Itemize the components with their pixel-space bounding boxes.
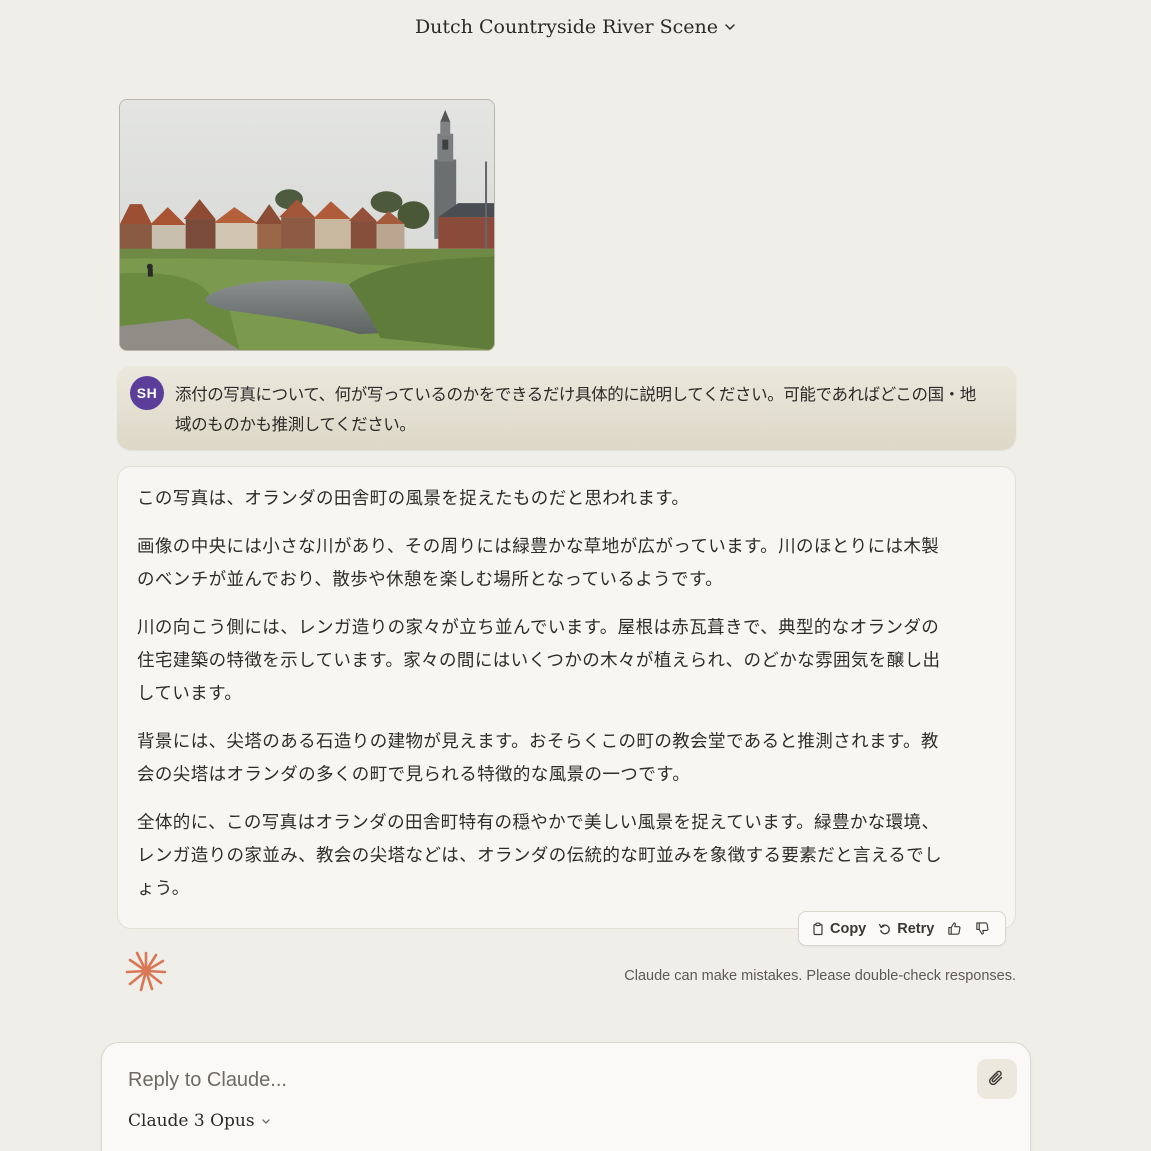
assistant-paragraph: この写真は、オランダの田舎町の風景を捉えたものだと思われます。 — [137, 489, 690, 509]
clipboard-icon — [813, 922, 823, 935]
retry-label: Retry — [897, 920, 935, 937]
model-label: Claude 3 Opus — [128, 1111, 255, 1131]
thumbs-up-icon — [948, 922, 961, 935]
assistant-message: この写真は、オランダの田舎町の風景を捉えたものだと思われます。 画像の中央には小… — [117, 466, 1016, 929]
user-message-text: 添付の写真について、何が写っているのかをできるだけ具体的に説明してください。可能… — [175, 385, 976, 434]
copy-button[interactable]: Copy — [807, 919, 870, 939]
reply-composer: Claude 3 Opus — [101, 1042, 1031, 1151]
conversation-title-dropdown[interactable]: Dutch Countryside River Scene — [411, 14, 740, 40]
conversation-title: Dutch Countryside River Scene — [414, 16, 719, 38]
disclaimer-text: Claude can make mistakes. Please double-… — [624, 968, 1016, 984]
thumbs-up-button[interactable] — [942, 917, 966, 941]
thumbs-down-icon — [976, 922, 989, 935]
user-message: SH 添付の写真について、何が写っているのかをできるだけ具体的に説明してください… — [117, 366, 1016, 450]
chat-page: Dutch Countryside River Scene SH 添付の写真につ… — [0, 0, 1151, 1151]
thumbs-down-button[interactable] — [970, 917, 994, 941]
copy-label: Copy — [830, 920, 867, 937]
assistant-message-text: この写真は、オランダの田舎町の風景を捉えたものだと思われます。 画像の中央には小… — [137, 483, 952, 921]
attach-file-button[interactable] — [977, 1059, 1017, 1099]
attached-image[interactable] — [119, 99, 495, 351]
retry-icon — [879, 923, 891, 934]
chevron-down-icon — [725, 24, 735, 30]
model-selector[interactable]: Claude 3 Opus — [128, 1111, 272, 1131]
assistant-paragraph: 背景には、尖塔のある石造りの建物が見えます。おそらくこの町の教会堂であると推測さ… — [137, 732, 939, 785]
claude-logo-icon — [125, 951, 167, 992]
assistant-paragraph: 川の向こう側には、レンガ造りの家々が立ち並んでいます。屋根は赤瓦葺きで、典型的な… — [137, 618, 941, 704]
chat-header: Dutch Countryside River Scene — [0, 14, 1151, 40]
paperclip-icon — [989, 1070, 1003, 1086]
assistant-paragraph: 画像の中央には小さな川があり、その周りには緑豊かな草地が広がっています。川のほと… — [137, 537, 940, 590]
user-avatar[interactable]: SH — [130, 376, 164, 410]
reply-input[interactable] — [128, 1065, 948, 1095]
chevron-down-icon — [261, 1119, 270, 1124]
assistant-paragraph: 全体的に、この写真はオランダの田舎町特有の穏やかで美しい風景を捉えています。緑豊… — [137, 813, 942, 899]
retry-button[interactable]: Retry — [874, 919, 938, 939]
message-actions: Copy Retry — [798, 911, 1006, 946]
dutch-village-photo — [120, 100, 494, 350]
